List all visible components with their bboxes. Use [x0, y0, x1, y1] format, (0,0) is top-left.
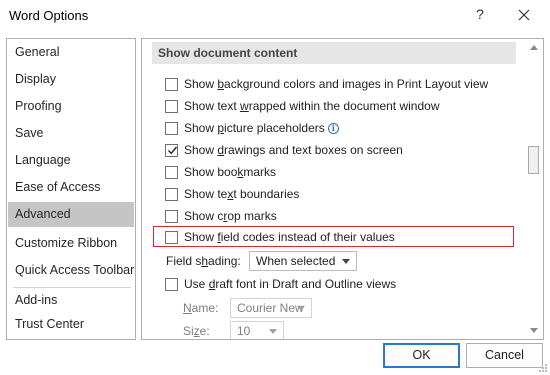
sidebar-item-quick-access-toolbar[interactable]: Quick Access Toolbar: [8, 258, 134, 283]
sidebar-item-customize-ribbon[interactable]: Customize Ribbon: [8, 231, 134, 256]
font-size-label: Size:: [183, 324, 210, 338]
sidebar-item-proofing[interactable]: Proofing: [8, 94, 134, 119]
option-label: Use draft font in Draft and Outline view…: [184, 277, 397, 291]
field-shading-label: Field shading:: [166, 254, 241, 268]
option-label: Show background colors and images in Pri…: [184, 77, 489, 91]
sidebar-item-display[interactable]: Display: [8, 67, 134, 92]
option-label: Show picture placeholders i: [184, 118, 339, 138]
window-title: Word Options: [9, 8, 89, 23]
sidebar-item-save[interactable]: Save: [8, 121, 134, 146]
option-label: Show field codes instead of their values: [184, 230, 395, 244]
sidebar-item-advanced[interactable]: Advanced: [8, 202, 134, 227]
checkbox[interactable]: [165, 231, 178, 244]
checkbox[interactable]: [165, 188, 178, 201]
scroll-up-icon[interactable]: [530, 45, 538, 50]
options-sidebar: General Display Proofing Save Language E…: [6, 38, 136, 340]
title-bar: Word Options ?: [0, 0, 550, 33]
font-size-dropdown[interactable]: 10: [230, 321, 284, 339]
cancel-button[interactable]: Cancel: [466, 343, 543, 368]
option-label: Show text wrapped within the document wi…: [184, 99, 440, 113]
chevron-down-icon: [297, 306, 305, 311]
checkbox[interactable]: [165, 100, 178, 113]
sidebar-item-ease-of-access[interactable]: Ease of Access: [8, 175, 134, 200]
checkbox[interactable]: [165, 210, 178, 223]
sidebar-item-general[interactable]: General: [8, 40, 134, 65]
checkbox[interactable]: [165, 278, 178, 291]
option-label: Show drawings and text boxes on screen: [184, 143, 403, 157]
info-icon[interactable]: i: [327, 123, 339, 134]
option-label: Show text boundaries: [184, 187, 300, 201]
chevron-down-icon: [342, 259, 350, 264]
field-shading-dropdown[interactable]: When selected: [249, 251, 357, 271]
font-name-label: Name:: [183, 301, 219, 315]
chevron-down-icon: [269, 329, 277, 334]
scroll-down-icon[interactable]: [530, 328, 538, 333]
field-shading-value: When selected: [256, 254, 336, 268]
scroll-thumb[interactable]: [528, 146, 539, 174]
sidebar-item-add-ins[interactable]: Add-ins: [8, 288, 134, 313]
close-button[interactable]: [513, 4, 535, 26]
checkbox[interactable]: [165, 78, 178, 91]
help-button[interactable]: ?: [472, 6, 488, 22]
checkbox[interactable]: [165, 122, 178, 135]
sidebar-item-language[interactable]: Language: [8, 148, 134, 173]
checkbox[interactable]: [165, 166, 178, 179]
font-name-dropdown[interactable]: Courier New: [230, 298, 312, 318]
checkbox-checked[interactable]: [165, 144, 178, 157]
close-icon: [518, 9, 530, 21]
resize-grip-icon[interactable]: [538, 363, 548, 373]
advanced-options-panel: Show document content Show background co…: [141, 38, 544, 340]
checkmark-icon: [167, 146, 178, 155]
vertical-scrollbar[interactable]: [525, 39, 543, 339]
option-label: Show bookmarks: [184, 165, 277, 179]
font-size-value: 10: [237, 324, 251, 338]
option-label: Show crop marks: [184, 209, 277, 223]
section-header: Show document content: [152, 42, 516, 64]
font-name-value: Courier New: [237, 301, 304, 315]
sidebar-item-trust-center[interactable]: Trust Center: [8, 312, 134, 337]
ok-button[interactable]: OK: [383, 343, 460, 368]
